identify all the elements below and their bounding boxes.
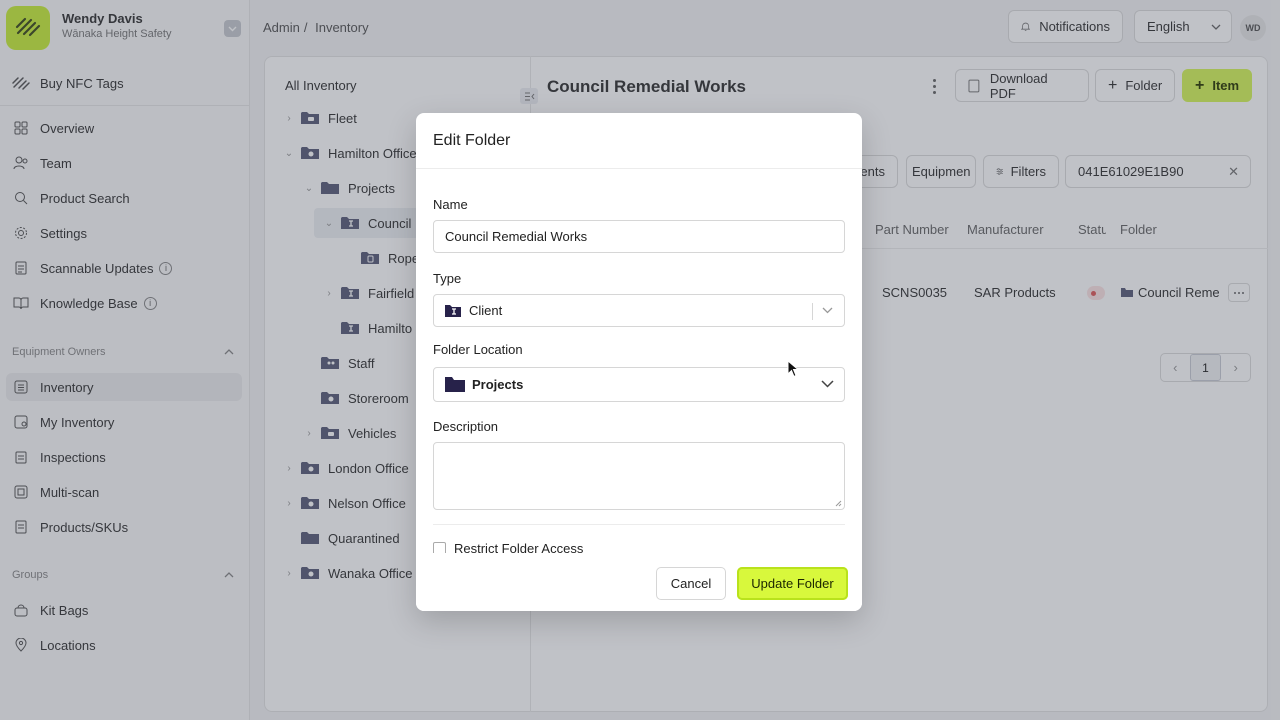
divider — [812, 303, 813, 320]
type-value: Client — [469, 303, 503, 318]
name-value: Council Remedial Works — [445, 229, 588, 244]
resize-handle-icon[interactable] — [835, 500, 842, 507]
folder-location-label: Folder Location — [433, 342, 523, 357]
folder-icon — [445, 377, 465, 392]
type-select[interactable]: Client — [433, 294, 845, 327]
cancel-button[interactable]: Cancel — [656, 567, 726, 600]
chevron-down-icon — [820, 303, 834, 317]
folder-client-icon — [445, 304, 461, 317]
update-folder-button[interactable]: Update Folder — [737, 567, 848, 600]
description-textarea[interactable] — [433, 442, 845, 510]
dialog-title: Edit Folder — [433, 132, 511, 149]
mouse-cursor-icon — [787, 360, 799, 378]
folder-location-select[interactable]: Projects — [433, 367, 845, 402]
dialog-footer: Cancel Update Folder — [416, 553, 862, 611]
chevron-down-icon — [820, 377, 834, 391]
folder-location-value: Projects — [472, 377, 524, 392]
description-label: Description — [433, 419, 499, 434]
name-label: Name — [433, 197, 468, 212]
type-label: Type — [433, 271, 462, 286]
name-input[interactable]: Council Remedial Works — [433, 220, 845, 253]
divider — [416, 168, 862, 169]
divider — [433, 524, 845, 525]
